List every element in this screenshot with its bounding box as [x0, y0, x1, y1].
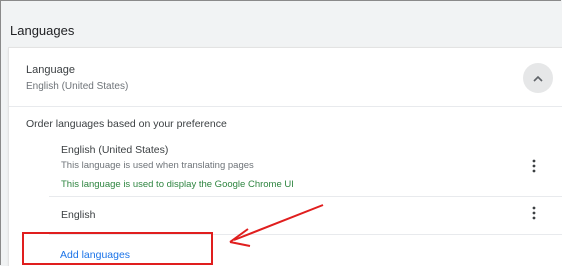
more-vert-icon — [532, 159, 536, 178]
language-value: English (United States) — [26, 81, 129, 92]
language-name: English (United States) — [61, 144, 169, 156]
annotation-highlight-box — [22, 232, 213, 265]
arrow-icon — [229, 204, 324, 247]
divider — [9, 106, 562, 107]
section-title: Languages — [10, 23, 75, 38]
more-vert-icon — [532, 206, 536, 225]
divider — [49, 196, 562, 197]
language-name: English — [61, 209, 96, 221]
language-more-button[interactable] — [527, 159, 541, 177]
ui-language-note: This language is used to display the Goo… — [61, 179, 294, 190]
translation-note: This language is used when translating p… — [61, 160, 254, 171]
chevron-up-icon — [533, 69, 543, 87]
settings-page: Languages Language English (United State… — [0, 0, 562, 266]
collapse-language-button[interactable] — [523, 63, 553, 93]
order-languages-label: Order languages based on your preference — [26, 118, 227, 130]
language-label: Language — [26, 64, 75, 76]
language-more-button[interactable] — [527, 206, 541, 224]
